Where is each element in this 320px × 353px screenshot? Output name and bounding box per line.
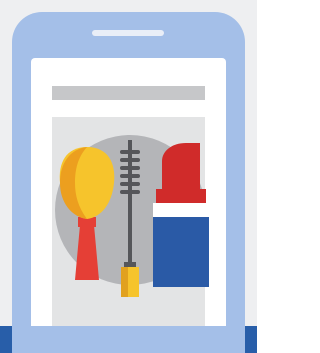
mascara-bristle <box>120 158 140 162</box>
address-bar-placeholder <box>52 86 205 100</box>
mascara-bristle <box>120 166 140 170</box>
lipstick-bullet <box>162 143 200 189</box>
mascara-bristle <box>120 190 140 194</box>
mascara-tube-shadow <box>121 267 128 297</box>
lipstick-band <box>153 203 209 217</box>
phone-speaker <box>92 30 164 36</box>
mascara-bristle <box>120 150 140 154</box>
lipstick-case <box>153 217 209 287</box>
makeup-cosmetics-icon <box>55 135 209 297</box>
mascara-collar <box>124 262 136 267</box>
phone-cosmetics-illustration <box>0 0 257 353</box>
mascara-bristle <box>120 174 140 178</box>
lipstick-sleeve <box>156 189 206 203</box>
mascara-bristle <box>120 182 140 186</box>
